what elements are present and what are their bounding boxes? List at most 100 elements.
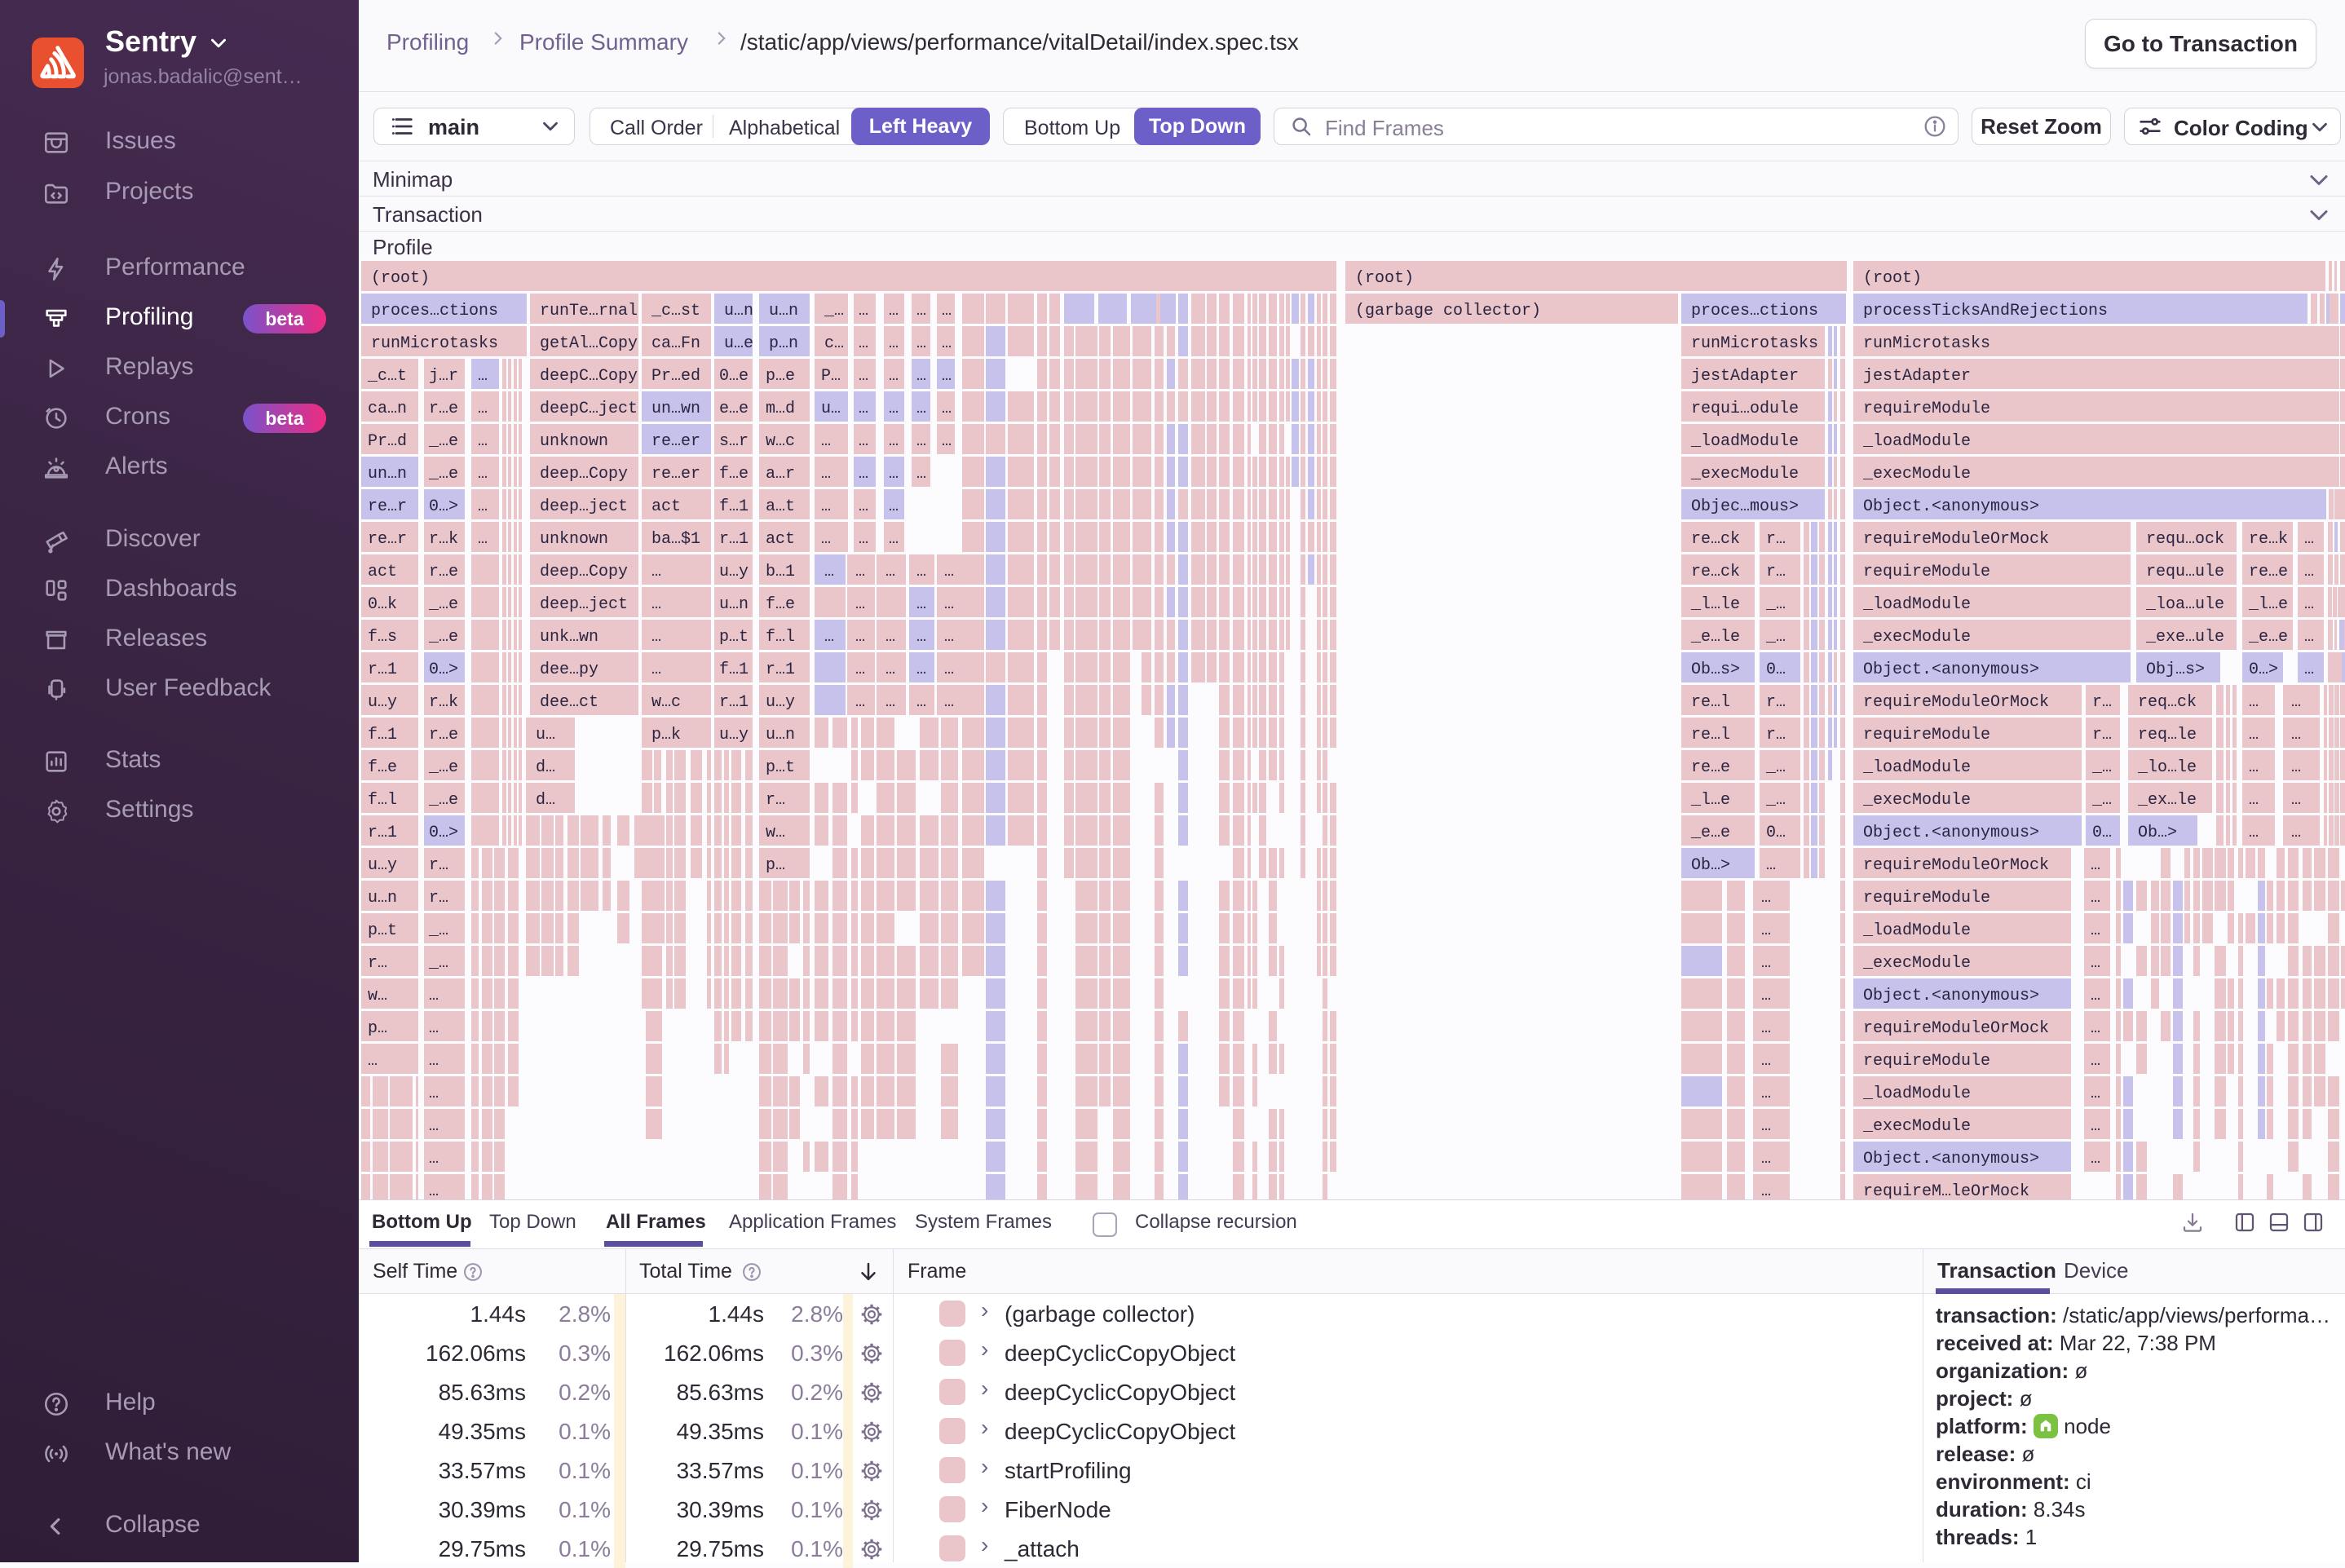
svg-text:re…r: re…r [368,530,407,549]
svg-text:0…k: 0…k [368,595,397,614]
svg-text:_…e: _…e [428,465,458,484]
svg-text:_execModule: _execModule [1862,1117,1971,1136]
svg-text:0…>: 0…> [2249,660,2278,679]
svg-text:…: … [2249,726,2259,744]
svg-text:d…: d… [536,758,555,777]
svg-text:_…e: _…e [428,791,458,810]
svg-text:getAl…Copy: getAl…Copy [540,334,638,353]
svg-text:…: … [855,595,865,614]
svg-text:…: … [916,660,926,679]
svg-text:u…e: u…e [724,334,753,353]
svg-text:…: … [889,334,899,353]
svg-text:…: … [1761,1052,1771,1071]
svg-text:runMicrotasks: runMicrotasks [1691,334,1818,353]
svg-text:_…e: _…e [428,758,458,777]
svg-text:u…y: u…y [719,726,749,744]
svg-text:…: … [2304,595,2314,614]
svg-text:…: … [944,628,954,647]
svg-text:requireM…leOrMock: requireM…leOrMock [1863,1182,2029,1199]
svg-text:dee…py: dee…py [540,660,598,679]
svg-text:…: … [1761,889,1771,908]
svg-text:…: … [916,367,926,386]
svg-text:…: … [2304,530,2314,549]
svg-text:…: … [821,530,831,549]
svg-text:…: … [885,693,895,712]
svg-text:…: … [1761,1084,1771,1103]
svg-text:w…: w… [766,824,785,842]
svg-text:…: … [885,563,895,581]
svg-text:…: … [2291,824,2301,842]
svg-text:…: … [824,563,834,581]
svg-text:…: … [859,497,868,516]
svg-text:dee…ct: dee…ct [540,693,598,712]
svg-text:…: … [824,628,834,647]
svg-text:c…: c… [824,334,844,353]
svg-text:…: … [478,432,488,451]
svg-text:u…n: u…n [719,595,749,614]
svg-text:r…e: r…e [429,726,458,744]
svg-text:r…: r… [2092,693,2112,712]
svg-text:…: … [651,563,661,581]
svg-text:…: … [889,367,899,386]
svg-text:_…: _… [428,954,448,973]
svg-text:act: act [766,530,795,549]
svg-text:…: … [942,400,952,418]
svg-text:deep…Copy: deep…Copy [540,465,628,484]
svg-text:Pr…d: Pr…d [368,432,407,451]
svg-text:Pr…ed: Pr…ed [651,367,700,386]
svg-text:…: … [885,660,895,679]
svg-text:…: … [429,1019,439,1038]
svg-text:act: act [368,563,397,581]
svg-text:…: … [916,334,926,353]
svg-text:_e…e: _e…e [2248,628,2288,647]
svg-text:deepC…Copy: deepC…Copy [540,367,638,386]
svg-text:w…c: w…c [766,432,795,451]
svg-text:_…: _… [1765,628,1786,647]
svg-text:…: … [651,595,661,614]
svg-text:…: … [885,628,895,647]
svg-text:…: … [944,693,954,712]
svg-text:_loadModule: _loadModule [1862,1084,1971,1103]
svg-text:re…e: re…e [1691,758,1730,777]
svg-text:_loadModule: _loadModule [1862,921,1971,940]
svg-text:requireModule: requireModule [1863,563,1990,581]
svg-text:…: … [916,595,926,614]
svg-text:…: … [1766,856,1776,875]
svg-text:…: … [429,1052,439,1071]
svg-text:r…1: r…1 [719,693,749,712]
svg-text:_…e: _…e [428,595,458,614]
svg-text:ca…Fn: ca…Fn [651,334,700,353]
svg-text:…: … [859,367,868,386]
svg-text:_loadModule: _loadModule [1862,432,1971,451]
svg-text:f…e: f…e [368,758,397,777]
svg-text:0…>: 0…> [429,497,458,516]
svg-text:r…: r… [1766,693,1786,712]
svg-text:req…le: req…le [2138,726,2197,744]
svg-text:r…: r… [368,954,387,973]
svg-text:…: … [889,465,899,484]
svg-text:u…: u… [821,400,841,418]
svg-text:requireModule: requireModule [1863,726,1990,744]
svg-text:…: … [859,530,868,549]
svg-text:f…1: f…1 [719,497,749,516]
svg-text:…: … [1761,1182,1771,1199]
svg-text:a…r: a…r [766,465,795,484]
svg-text:…: … [944,660,954,679]
svg-text:u…y: u…y [719,563,749,581]
svg-text:…: … [1761,921,1771,940]
svg-text:_…: _… [2091,758,2112,777]
svg-text:…: … [429,1182,439,1199]
svg-text:f…e: f…e [766,595,795,614]
svg-text:_e…e: _e…e [1690,824,1730,842]
svg-text:…: … [429,1117,439,1136]
svg-text:0…: 0… [1766,824,1786,842]
svg-text:p…: p… [368,1019,387,1038]
svg-text:r…1: r…1 [766,660,795,679]
svg-text:un…wn: un…wn [651,400,700,418]
svg-text:unk…wn: unk…wn [540,628,598,647]
svg-text:…: … [855,628,865,647]
svg-text:_execModule: _execModule [1862,954,1971,973]
svg-text:requireModuleOrMock: requireModuleOrMock [1863,530,2049,549]
svg-text:processTicksAndRejections: processTicksAndRejections [1863,302,2108,320]
svg-text:r…e: r…e [429,400,458,418]
